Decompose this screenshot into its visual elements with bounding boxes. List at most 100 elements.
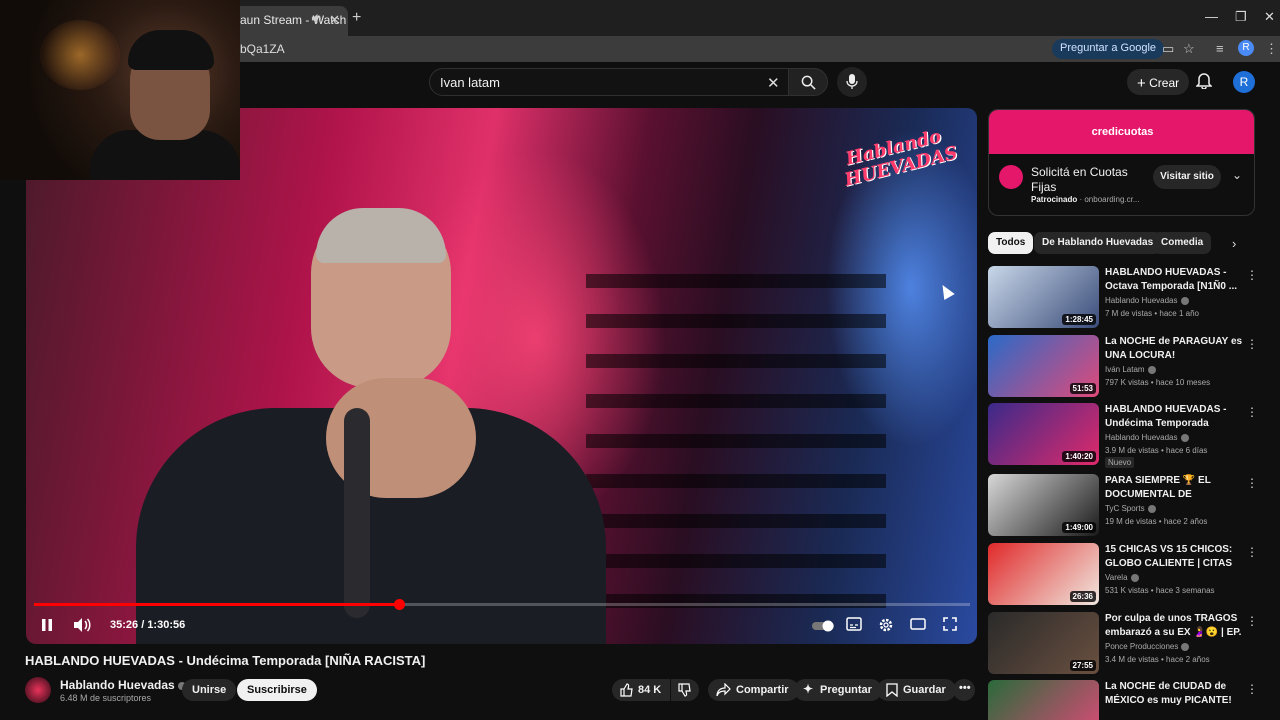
related-channel-text: TyC Sports [1105,504,1145,513]
plus-icon: + [1137,75,1146,92]
chevron-right-icon[interactable]: › [1232,236,1236,251]
voice-search-button[interactable] [837,67,867,97]
video-thumbnail[interactable] [988,680,1099,720]
more-vertical-icon[interactable]: ⋮ [1246,337,1258,351]
share-icon [716,683,731,697]
related-channel-name[interactable]: Varela [1105,573,1139,582]
progress-scrubber[interactable] [394,599,406,610]
new-badge: Nuevo [1105,457,1135,468]
ask-button[interactable]: ✦ Preguntar [794,679,882,701]
create-button[interactable]: + Crear [1127,69,1189,95]
chip-de-hablando-huevadas[interactable]: De Hablando Huevadas [1034,232,1162,254]
fullscreen-button[interactable] [943,617,957,636]
url-text[interactable]: bQa1ZA [240,42,285,56]
window-close-icon[interactable]: ✕ [1264,9,1275,25]
related-video-title[interactable]: HABLANDO HUEVADAS - Octava Temporada [N1… [1105,266,1245,293]
bookmark-star-icon[interactable]: ☆ [1183,41,1195,57]
subtitles-icon [846,617,862,631]
video-thumbnail[interactable]: 1:28:45 [988,266,1099,328]
more-vertical-icon[interactable]: ⋮ [1246,268,1258,282]
sponsored-ad-card[interactable]: credicuotas Solicitá en Cuotas Fijas Pat… [988,109,1255,216]
share-label: Compartir [736,684,789,696]
like-button[interactable]: 84 K [612,679,670,701]
video-thumbnail[interactable]: 1:49:00 [988,474,1099,536]
restore-icon[interactable]: ❐ [1235,9,1247,25]
dislike-button[interactable] [671,679,699,701]
volume-button[interactable] [73,617,91,638]
channel-avatar[interactable] [25,677,51,703]
tab-close-icon[interactable]: ✕ [329,12,340,28]
related-channel-name[interactable]: Hablando Huevadas [1105,433,1189,442]
time-display: 35:26 / 1:30:56 [110,619,186,631]
related-video-title[interactable]: 15 CHICAS VS 15 CHICOS: GLOBO CALIENTE |… [1105,543,1245,570]
share-button[interactable]: Compartir [708,679,799,701]
clear-search-icon[interactable]: ✕ [767,74,780,92]
related-video-title[interactable]: Por culpa de unos TRAGOS embarazó a su E… [1105,612,1245,639]
chip-todos[interactable]: Todos [988,232,1034,254]
account-avatar[interactable]: R [1233,71,1255,93]
search-button[interactable] [788,68,828,96]
more-vertical-icon[interactable]: ⋮ [1246,682,1258,696]
visit-site-button[interactable]: Visitar sitio [1153,165,1221,189]
related-video-title[interactable]: La NOCHE de PARAGUAY es UNA LOCURA! [1105,335,1245,362]
ad-title[interactable]: Solicitá en Cuotas Fijas [1031,165,1141,195]
related-video-title[interactable]: HABLANDO HUEVADAS - Undécima Temporada [… [1105,403,1245,430]
autoplay-toggle[interactable] [812,619,834,637]
browser-tab[interactable]: aun Stream - Watch ✕ [228,6,348,36]
pause-icon [42,619,52,631]
browser-profile-avatar[interactable]: R [1238,40,1254,56]
video-duration: 26:36 [1069,591,1096,602]
subtitles-button[interactable] [846,617,862,636]
cast-icon[interactable]: ▭ [1162,41,1174,57]
ask-google-button[interactable]: Preguntar a Google [1052,39,1165,59]
notifications-button[interactable] [1195,71,1213,94]
theater-mode-button[interactable] [910,617,926,636]
related-video-item[interactable]: 26:36 15 CHICAS VS 15 CHICOS: GLOBO CALIE… [988,543,1258,609]
related-video-item[interactable]: La NOCHE de CIUDAD de MÉXICO es muy PICA… [988,680,1258,720]
settings-button[interactable] [878,617,894,638]
new-tab-icon[interactable]: + [352,9,361,27]
media-icon[interactable]: ≡ [1216,41,1224,56]
pause-button[interactable] [40,617,54,638]
save-button[interactable]: Guardar [877,679,956,701]
like-count: 84 K [638,684,662,696]
more-vertical-icon[interactable]: ⋮ [1246,476,1258,490]
video-thumbnail[interactable]: 26:36 [988,543,1099,605]
related-video-item[interactable]: 1:28:45 HABLANDO HUEVADAS - Octava Tempor… [988,266,1258,332]
video-frame-stripes [586,248,886,608]
bell-icon [1195,73,1213,90]
more-actions-button[interactable]: ••• [953,679,975,701]
related-channel-name[interactable]: Iván Latam [1105,365,1156,374]
video-duration: 51:53 [1069,383,1096,394]
related-video-item[interactable]: 51:53 La NOCHE de PARAGUAY es UNA LOCURA!… [988,335,1258,401]
menu-dots-icon[interactable]: ⋮ [1265,41,1278,57]
more-vertical-icon[interactable]: ⋮ [1246,614,1258,628]
more-vertical-icon[interactable]: ⋮ [1246,405,1258,419]
join-button[interactable]: Unirse [182,679,237,701]
related-channel-name[interactable]: Hablando Huevadas [1105,296,1189,305]
related-video-title[interactable]: PARA SIEMPRE 🏆 EL DOCUMENTAL DE ARGENTIN… [1105,474,1245,501]
more-vertical-icon[interactable]: ⋮ [1246,545,1258,559]
related-video-item[interactable]: 27:55 Por culpa de unos TRAGOS embarazó a… [988,612,1258,678]
video-duration: 27:55 [1069,660,1096,671]
video-thumbnail[interactable]: 1:40:20 [988,403,1099,465]
related-channel-name[interactable]: Ponce Producciones [1105,642,1190,651]
progress-bar[interactable] [34,599,970,610]
related-video-item[interactable]: 1:49:00 PARA SIEMPRE 🏆 EL DOCUMENTAL DE A… [988,474,1258,540]
chevron-down-icon[interactable]: ⌄ [1232,168,1242,182]
search-input[interactable]: Ivan latam [429,68,789,96]
video-thumbnail[interactable]: 51:53 [988,335,1099,397]
related-channel-name[interactable]: TyC Sports [1105,504,1156,513]
related-video-item[interactable]: 1:40:20 HABLANDO HUEVADAS - Undécima Temp… [988,403,1258,469]
related-video-title[interactable]: La NOCHE de CIUDAD de MÉXICO es muy PICA… [1105,680,1245,707]
subscribe-button[interactable]: Suscribirse [237,679,317,701]
speaker-icon[interactable] [311,13,322,27]
chip-comedia[interactable]: Comedia [1153,232,1212,254]
streamer-webcam [0,0,240,180]
ad-banner[interactable]: credicuotas [989,110,1254,154]
minimize-icon[interactable]: — [1205,9,1218,24]
video-player[interactable]: Hablando HUEVADAS [26,108,977,644]
video-thumbnail[interactable]: 27:55 [988,612,1099,674]
related-channel-text: Iván Latam [1105,365,1145,374]
channel-name[interactable]: Hablando Huevadas [60,678,186,692]
